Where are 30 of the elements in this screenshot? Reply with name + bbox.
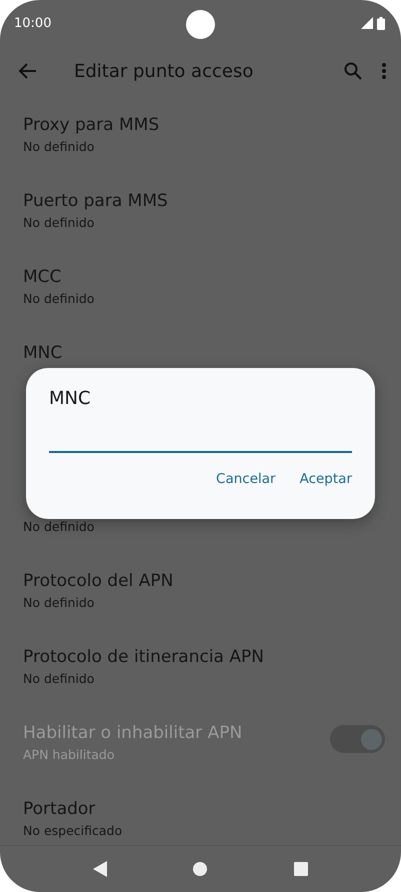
setting-title: MNC <box>23 343 62 364</box>
home-nav-icon[interactable] <box>193 862 208 876</box>
setting-summary: No definido <box>23 139 94 154</box>
setting-title: Protocolo del APN <box>23 571 174 592</box>
setting-title: MCC <box>23 267 62 288</box>
setting-title: Proxy para MMS <box>23 115 160 136</box>
setting-summary: No definido <box>23 291 94 306</box>
camera-cutout <box>186 10 215 39</box>
more-icon[interactable] <box>381 62 387 80</box>
setting-title: Protocolo de itinerancia APN <box>23 647 264 668</box>
dialog-button[interactable]: Aceptar <box>300 467 352 491</box>
dialog-button[interactable]: Cancelar <box>216 467 276 491</box>
setting-title: Puerto para MMS <box>23 191 168 212</box>
dialog-title: MNC <box>49 388 91 409</box>
setting-summary: No especificado <box>23 823 122 838</box>
setting-summary: No definido <box>23 671 94 686</box>
setting-title: Habilitar o inhabilitar APN <box>23 723 242 744</box>
signal-icon <box>361 17 373 29</box>
toolbar-title: Editar punto acceso <box>74 60 254 82</box>
setting-summary: No definido <box>23 215 94 230</box>
setting-summary: No definido <box>23 519 94 534</box>
battery-icon <box>377 16 385 30</box>
recents-nav-icon[interactable] <box>294 862 308 876</box>
setting-summary: No definido <box>23 595 94 610</box>
back-nav-icon[interactable] <box>93 861 108 877</box>
back-arrow-icon[interactable] <box>18 61 38 81</box>
search-icon[interactable] <box>343 61 363 81</box>
setting-title: Portador <box>23 799 96 820</box>
setting-summary: APN habilitado <box>23 747 114 762</box>
status-time: 10:00 <box>14 16 52 30</box>
